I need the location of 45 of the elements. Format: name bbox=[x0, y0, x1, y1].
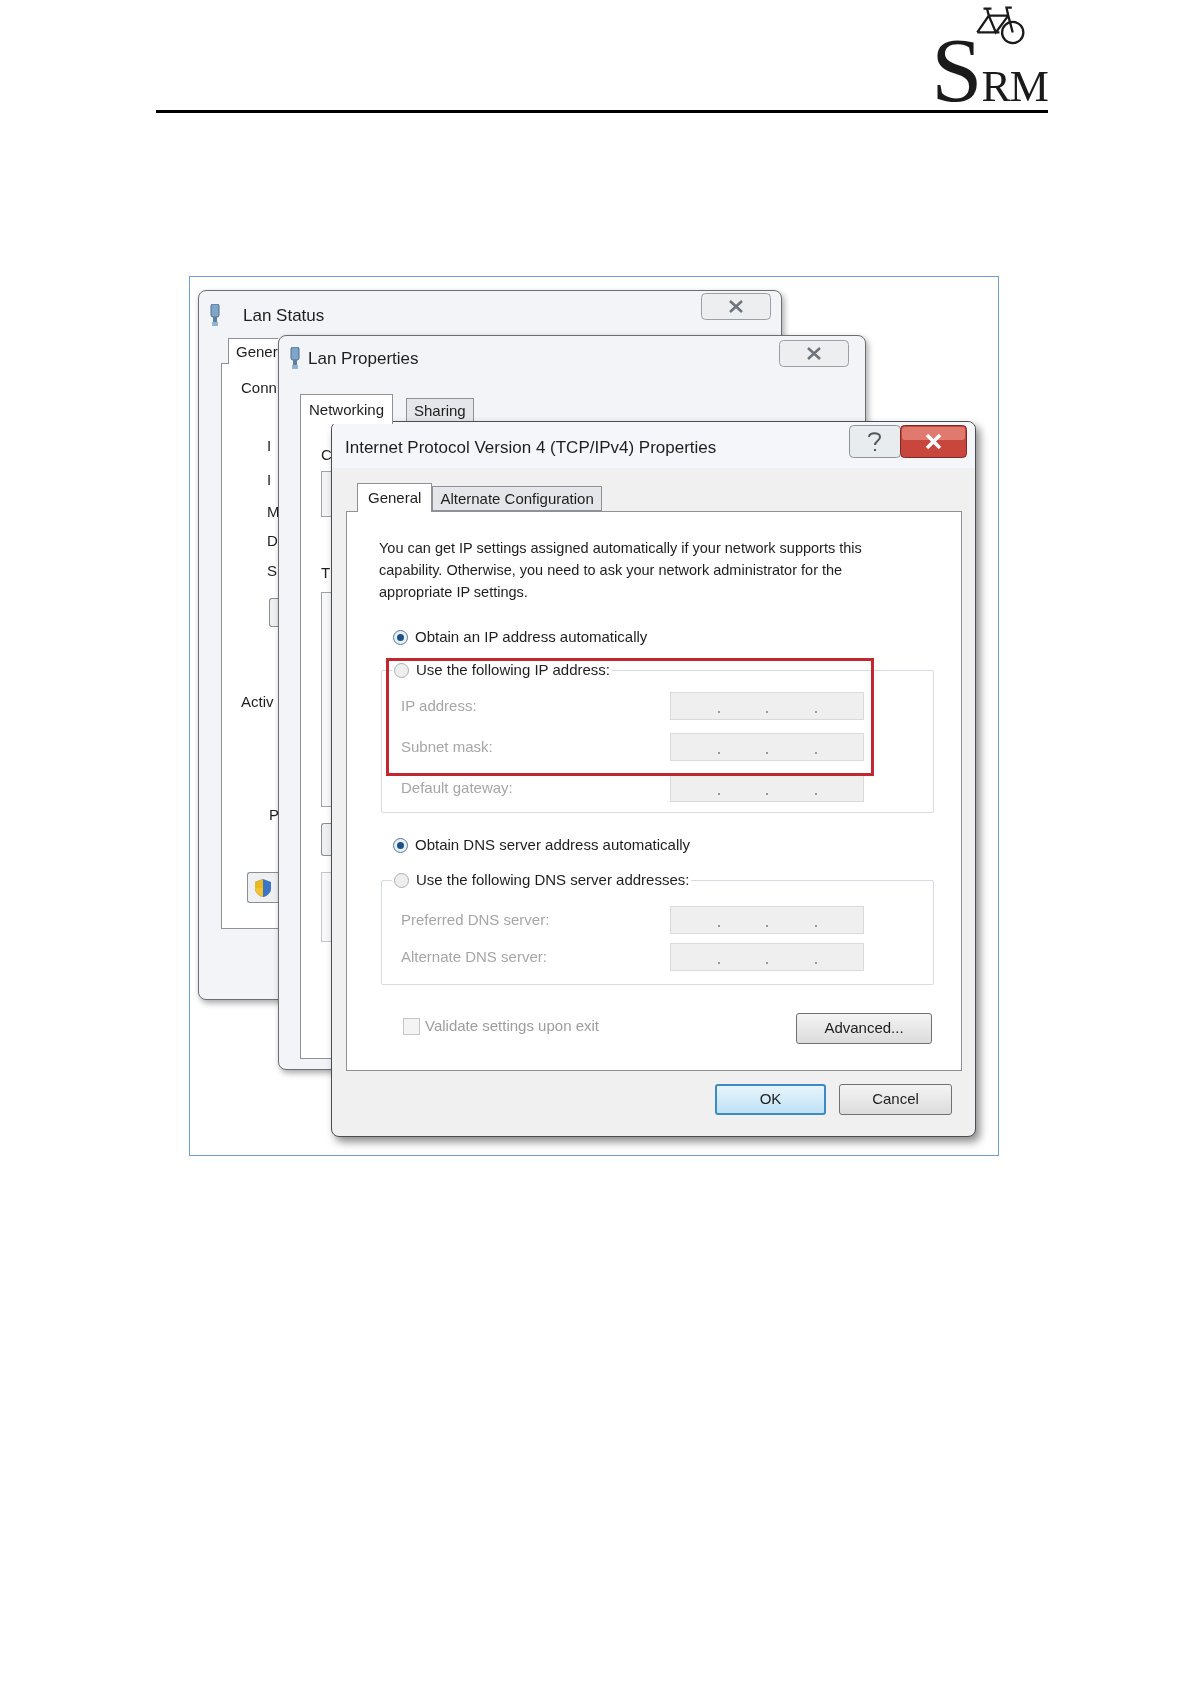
window-title: Internet Protocol Version 4 (TCP/IPv4) Properties bbox=[345, 437, 717, 459]
window-title: Lan Status bbox=[243, 305, 325, 327]
close-icon[interactable] bbox=[900, 425, 967, 458]
field-label: Default gateway: bbox=[401, 777, 514, 798]
option-label: Obtain an IP address automatically bbox=[415, 628, 648, 646]
logo: SRM bbox=[931, 39, 1048, 109]
radio-button[interactable] bbox=[393, 837, 408, 853]
field-label: D bbox=[267, 531, 278, 551]
field-label: Activ bbox=[241, 692, 274, 712]
option-label: Use the following DNS server addresses: bbox=[416, 871, 690, 889]
field-label: IP address: bbox=[401, 695, 478, 716]
field-label: P bbox=[269, 805, 279, 825]
shield-icon bbox=[255, 878, 271, 897]
tab[interactable]: Sharing bbox=[406, 398, 474, 424]
tab[interactable]: Networking bbox=[300, 394, 394, 424]
network-cable-icon bbox=[289, 347, 301, 369]
close-icon[interactable] bbox=[701, 293, 771, 320]
checkbox-label: Validate settings upon exit bbox=[425, 1016, 599, 1036]
tab[interactable]: Alternate Configuration bbox=[432, 486, 602, 511]
option-label: Obtain DNS server address automatically bbox=[415, 836, 691, 854]
dialog-button[interactable]: Cancel bbox=[839, 1084, 952, 1115]
network-cable-icon bbox=[209, 304, 221, 326]
close-icon[interactable] bbox=[779, 340, 849, 367]
radio-button[interactable] bbox=[394, 872, 409, 888]
description-text: You can get IP settings assigned automatically if your network supports this capability. Otherwise, you need to ask your network administrator for the appropriate IP settings. bbox=[379, 539, 863, 602]
field-label: Alternate DNS server: bbox=[401, 946, 548, 967]
radio-button[interactable] bbox=[393, 629, 408, 645]
dialog-button[interactable]: OK bbox=[715, 1084, 826, 1115]
field-label: I bbox=[267, 470, 272, 490]
tab[interactable]: Gener bbox=[228, 338, 278, 364]
field-label: I bbox=[267, 436, 272, 456]
advanced-button[interactable]: Advanced... bbox=[796, 1013, 932, 1044]
field-label: T bbox=[321, 563, 331, 583]
field-label: M bbox=[267, 502, 280, 522]
option-label: Use the following IP address: bbox=[416, 661, 610, 679]
help-icon[interactable] bbox=[849, 425, 900, 458]
field-label: C bbox=[321, 445, 332, 465]
field-label: S bbox=[267, 561, 277, 581]
radio-button[interactable] bbox=[394, 662, 409, 678]
push-button[interactable] bbox=[247, 872, 279, 903]
window-title: Lan Properties bbox=[308, 348, 419, 370]
field-label: Subnet mask: bbox=[401, 736, 494, 757]
field-label: Preferred DNS server: bbox=[401, 909, 551, 930]
field-label: Conn bbox=[241, 378, 277, 398]
tab[interactable]: General bbox=[357, 483, 433, 512]
